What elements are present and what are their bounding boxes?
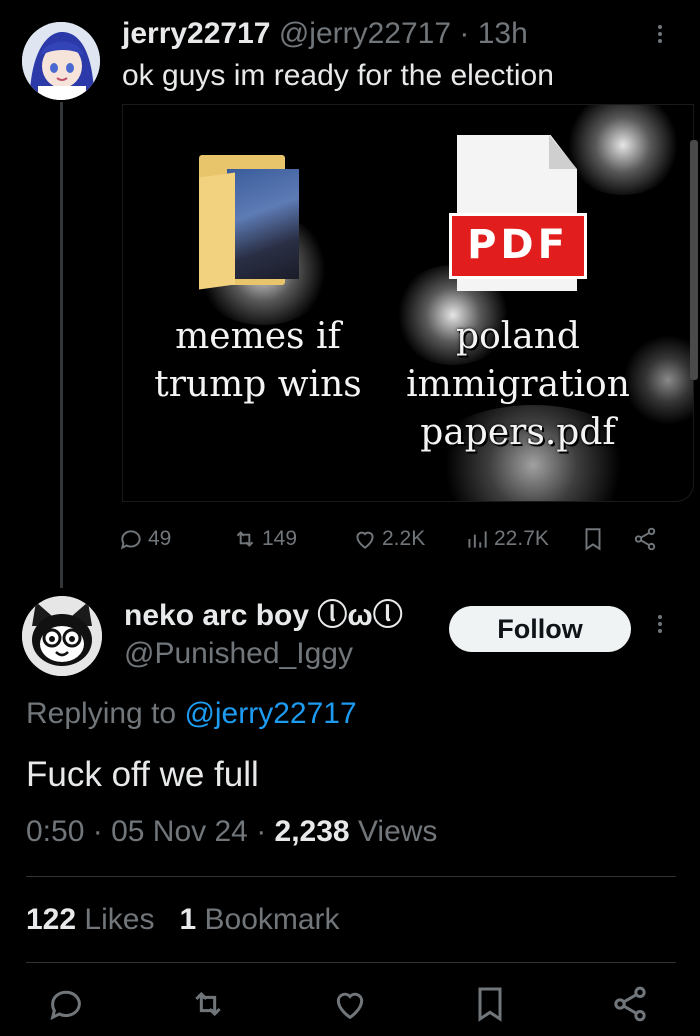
heart-icon (336, 992, 364, 1020)
likes-stat[interactable]: 122 Likes (26, 903, 163, 936)
meta-separator: · (92, 815, 103, 848)
header-separator: · (459, 17, 470, 50)
like-button[interactable]: 2.2K (352, 522, 425, 556)
share-button[interactable] (610, 984, 650, 1024)
folder-icon (199, 149, 299, 290)
pdf-badge: PDF (449, 213, 587, 279)
likes-count: 122 (26, 903, 77, 936)
tweet-time[interactable]: 0:50 (26, 815, 84, 848)
bookmarks-stat[interactable]: 1 Bookmark (179, 903, 339, 936)
avatar[interactable] (22, 596, 102, 676)
anime-avatar-icon (22, 22, 100, 100)
repost-icon (236, 531, 254, 547)
views-label: Views (357, 815, 438, 848)
more-options-icon[interactable] (650, 22, 670, 52)
tweet-date[interactable]: 05 Nov 24 (111, 815, 248, 848)
view-count: 22.7K (494, 527, 549, 550)
reply-button[interactable] (46, 984, 86, 1024)
divider (26, 962, 676, 963)
like-button[interactable] (330, 984, 370, 1024)
cat-character-avatar-icon (22, 596, 102, 676)
reply-action-bar (0, 984, 700, 1028)
tweet-header: jerry22717 @jerry22717 · 13h (122, 16, 528, 52)
author-name[interactable]: neko arc boy ⓛωⓛ (124, 598, 403, 634)
share-icon (634, 527, 656, 551)
bookmarks-label: Bookmark (204, 903, 340, 936)
tweet-text: Fuck off we full (26, 755, 259, 794)
reply-count: 49 (148, 527, 172, 550)
repost-button[interactable] (188, 984, 228, 1024)
engagement-stats: 122 Likes 1 Bookmark (26, 902, 340, 938)
follow-button[interactable]: Follow (449, 606, 631, 652)
bookmark-button[interactable] (580, 522, 610, 556)
author-handle[interactable]: @jerry22717 (279, 17, 451, 50)
bookmark-icon (585, 528, 601, 551)
bookmark-button[interactable] (470, 984, 510, 1024)
more-options-icon[interactable] (650, 612, 670, 642)
avatar[interactable] (22, 22, 100, 100)
mention-link[interactable]: @jerry22717 (184, 697, 356, 730)
thread-connector-line (60, 102, 63, 588)
author-handle[interactable]: @Punished_Iggy (124, 636, 353, 672)
pdf-file-icon: PDF (449, 135, 587, 295)
repost-icon (195, 991, 221, 1017)
tweet-time[interactable]: 13h (478, 17, 528, 50)
share-button[interactable] (632, 522, 662, 556)
speech-bubble-icon (120, 530, 141, 550)
reply-button[interactable]: 49 (118, 522, 171, 556)
likes-label: Likes (84, 903, 155, 936)
meta-separator: · (256, 815, 267, 848)
divider (26, 876, 676, 877)
heart-icon (356, 531, 374, 549)
bookmarks-count: 1 (179, 903, 197, 936)
views-count: 2,238 (274, 815, 350, 848)
folder-label: memes if trump wins (154, 316, 362, 405)
repost-button[interactable]: 149 (232, 522, 297, 556)
speech-bubble-icon (50, 990, 81, 1021)
tweet-action-bar: 49 149 2.2K 22.7K (118, 522, 693, 556)
tweet-media-image[interactable]: memes if trump wins PDF poland immigrati… (122, 104, 694, 502)
tweet-meta: 0:50 · 05 Nov 24 · 2,238 Views (26, 814, 437, 850)
tweet-text: ok guys im ready for the election (122, 59, 554, 92)
pdf-file-label: poland immigration papers.pdf (406, 316, 630, 453)
repost-count: 149 (262, 527, 298, 550)
replying-prefix: Replying to (26, 697, 177, 730)
bar-chart-icon (468, 531, 487, 548)
tweet-thread: jerry22717 @jerry22717 · 13h ok guys im … (0, 0, 700, 1036)
views-button[interactable]: 22.7K (464, 522, 549, 556)
bookmark-icon (478, 987, 502, 1022)
share-icon (614, 986, 646, 1022)
like-count: 2.2K (382, 527, 426, 550)
author-name[interactable]: jerry22717 (122, 17, 270, 50)
replying-to: Replying to @jerry22717 (26, 696, 357, 732)
image-edge-scrollbar (690, 140, 698, 380)
